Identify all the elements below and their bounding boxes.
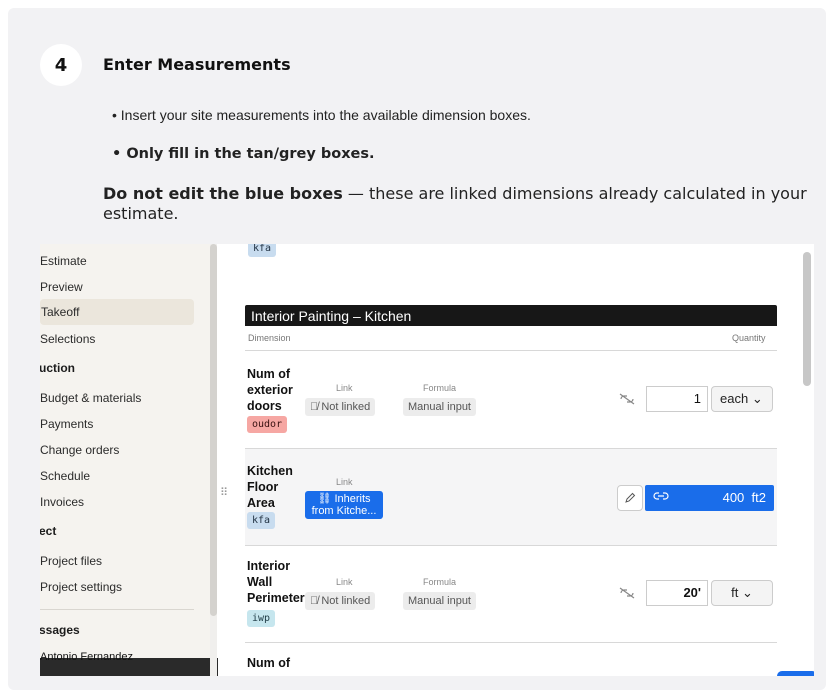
- quantity-input[interactable]: 20': [646, 580, 708, 606]
- row-divider: [245, 642, 777, 643]
- dimension-tag: kfa: [248, 244, 277, 257]
- row-divider: [245, 448, 777, 449]
- dimension-tag: oudor: [247, 416, 288, 433]
- sidebar: Estimate Preview Takeoff Selections ucti…: [40, 244, 218, 676]
- unit-select[interactable]: ft ⌄: [711, 580, 773, 606]
- quantity-linked-value: 400 ft2: [723, 490, 766, 505]
- dimension-tag: iwp: [247, 610, 276, 627]
- sidebar-scrollbar-thumb[interactable]: [210, 244, 217, 616]
- section-header: Interior Painting – Kitchen: [245, 305, 777, 326]
- formula-value[interactable]: Manual input: [403, 398, 476, 416]
- chevron-down-icon: ⌄: [751, 391, 763, 406]
- link-label: Link: [336, 383, 353, 393]
- link-label: Link: [336, 577, 353, 587]
- dimension-name-line: doors: [247, 399, 282, 413]
- sidebar-item-change-orders[interactable]: Change orders: [40, 443, 119, 457]
- dimension-name-line: Area: [247, 496, 275, 510]
- link-icon: ⛓: [317, 493, 335, 505]
- sidebar-item-takeoff[interactable]: Takeoff: [40, 299, 194, 325]
- row-divider: [245, 545, 777, 546]
- link-status-text: Inherits: [334, 493, 371, 505]
- sidebar-item-label: Takeoff: [41, 305, 80, 319]
- quantity-linked: 400 ft2: [645, 485, 774, 511]
- unit-select[interactable]: each ⌄: [711, 386, 773, 412]
- formula-label: Formula: [423, 577, 457, 587]
- instruction-bullet-1: • Insert your site measurements into the…: [112, 107, 531, 123]
- sidebar-item-estimate[interactable]: Estimate: [40, 254, 87, 268]
- link-status[interactable]: ⛓̸ Not linked: [305, 592, 376, 610]
- quantity-value: 400: [722, 490, 745, 505]
- main-scrollbar-thumb[interactable]: [803, 252, 811, 386]
- quantity-input[interactable]: 1: [646, 386, 708, 412]
- dimension-name-line: Wall: [247, 575, 273, 589]
- dimension-name-line: Num of: [247, 367, 291, 381]
- drag-handle-icon[interactable]: ⠿: [220, 488, 230, 499]
- chevron-down-icon: ⌄: [741, 585, 753, 600]
- sidebar-item-payments[interactable]: Payments: [40, 417, 93, 431]
- unit-select-value: each: [720, 391, 749, 406]
- link-status-text-line: ⛓ Inherits: [311, 493, 377, 505]
- dimension-name-line: Num of: [247, 656, 291, 670]
- sidebar-section-project: ect: [40, 524, 57, 538]
- sidebar-item-selections[interactable]: Selections: [40, 332, 95, 346]
- unlink-icon: ⛓̸: [310, 401, 322, 413]
- dimension-name: Kitchen Floor Area: [247, 463, 307, 511]
- dimension-name: Interior Wall Perimeter: [247, 558, 307, 606]
- unlink-icon[interactable]: [614, 386, 640, 412]
- dimension-name-line: exterior: [247, 383, 293, 397]
- link-status-inherited[interactable]: ⛓ Inherits from Kitche...: [305, 491, 383, 519]
- row-divider: [245, 350, 777, 351]
- sidebar-section-production: uction: [40, 361, 75, 375]
- unlink-icon[interactable]: [614, 580, 640, 606]
- sidebar-item-invoices[interactable]: Invoices: [40, 495, 84, 509]
- floating-action-button[interactable]: [777, 671, 814, 676]
- link-status-text: Not linked: [321, 595, 371, 607]
- instruction-bullet-2: • Only fill in the tan/grey boxes.: [112, 146, 375, 162]
- sidebar-section-messages: ssages: [40, 623, 80, 637]
- edit-pencil-icon[interactable]: [617, 485, 643, 511]
- link-status-text: Not linked: [321, 401, 371, 413]
- unit-select-value: ft: [731, 585, 739, 600]
- column-header-dimension: Dimension: [248, 333, 291, 343]
- link-label: Link: [336, 477, 353, 487]
- instruction-card: 4 Enter Measurements • Insert your site …: [8, 8, 826, 690]
- instruction-note: Do not edit the blue boxes — these are l…: [103, 184, 813, 224]
- link-status-text-line: from Kitche...: [311, 505, 377, 517]
- step-number: 4: [40, 44, 82, 86]
- column-header-quantity: Quantity: [732, 333, 766, 343]
- dimension-name-line: Kitchen: [247, 464, 293, 478]
- note-bold: Do not edit the blue boxes: [103, 184, 343, 203]
- sidebar-user[interactable]: Antonio Fernandez: [40, 651, 133, 663]
- dimension-name: Num of exterior doors: [247, 366, 307, 414]
- formula-value[interactable]: Manual input: [403, 592, 476, 610]
- sidebar-item-budget[interactable]: Budget & materials: [40, 391, 141, 405]
- formula-label: Formula: [423, 383, 457, 393]
- sidebar-item-project-settings[interactable]: Project settings: [40, 580, 122, 594]
- quantity-unit: ft2: [751, 490, 766, 505]
- sidebar-item-project-files[interactable]: Project files: [40, 554, 102, 568]
- dimension-name-line: Interior: [247, 559, 291, 573]
- dimension-tag: kfa: [247, 512, 276, 529]
- dimension-name-line: Perimeter: [247, 591, 305, 605]
- sidebar-item-schedule[interactable]: Schedule: [40, 469, 90, 483]
- step-title: Enter Measurements: [103, 55, 291, 74]
- sidebar-item-preview[interactable]: Preview: [40, 280, 83, 294]
- unlink-icon: ⛓̸: [310, 595, 322, 607]
- dimension-name: Num of: [247, 655, 307, 671]
- app-screenshot: Estimate Preview Takeoff Selections ucti…: [40, 244, 814, 676]
- dimension-name-line: Floor: [247, 480, 279, 494]
- sidebar-divider: [40, 609, 194, 610]
- link-status[interactable]: ⛓̸ Not linked: [305, 398, 376, 416]
- link-icon: [653, 490, 669, 505]
